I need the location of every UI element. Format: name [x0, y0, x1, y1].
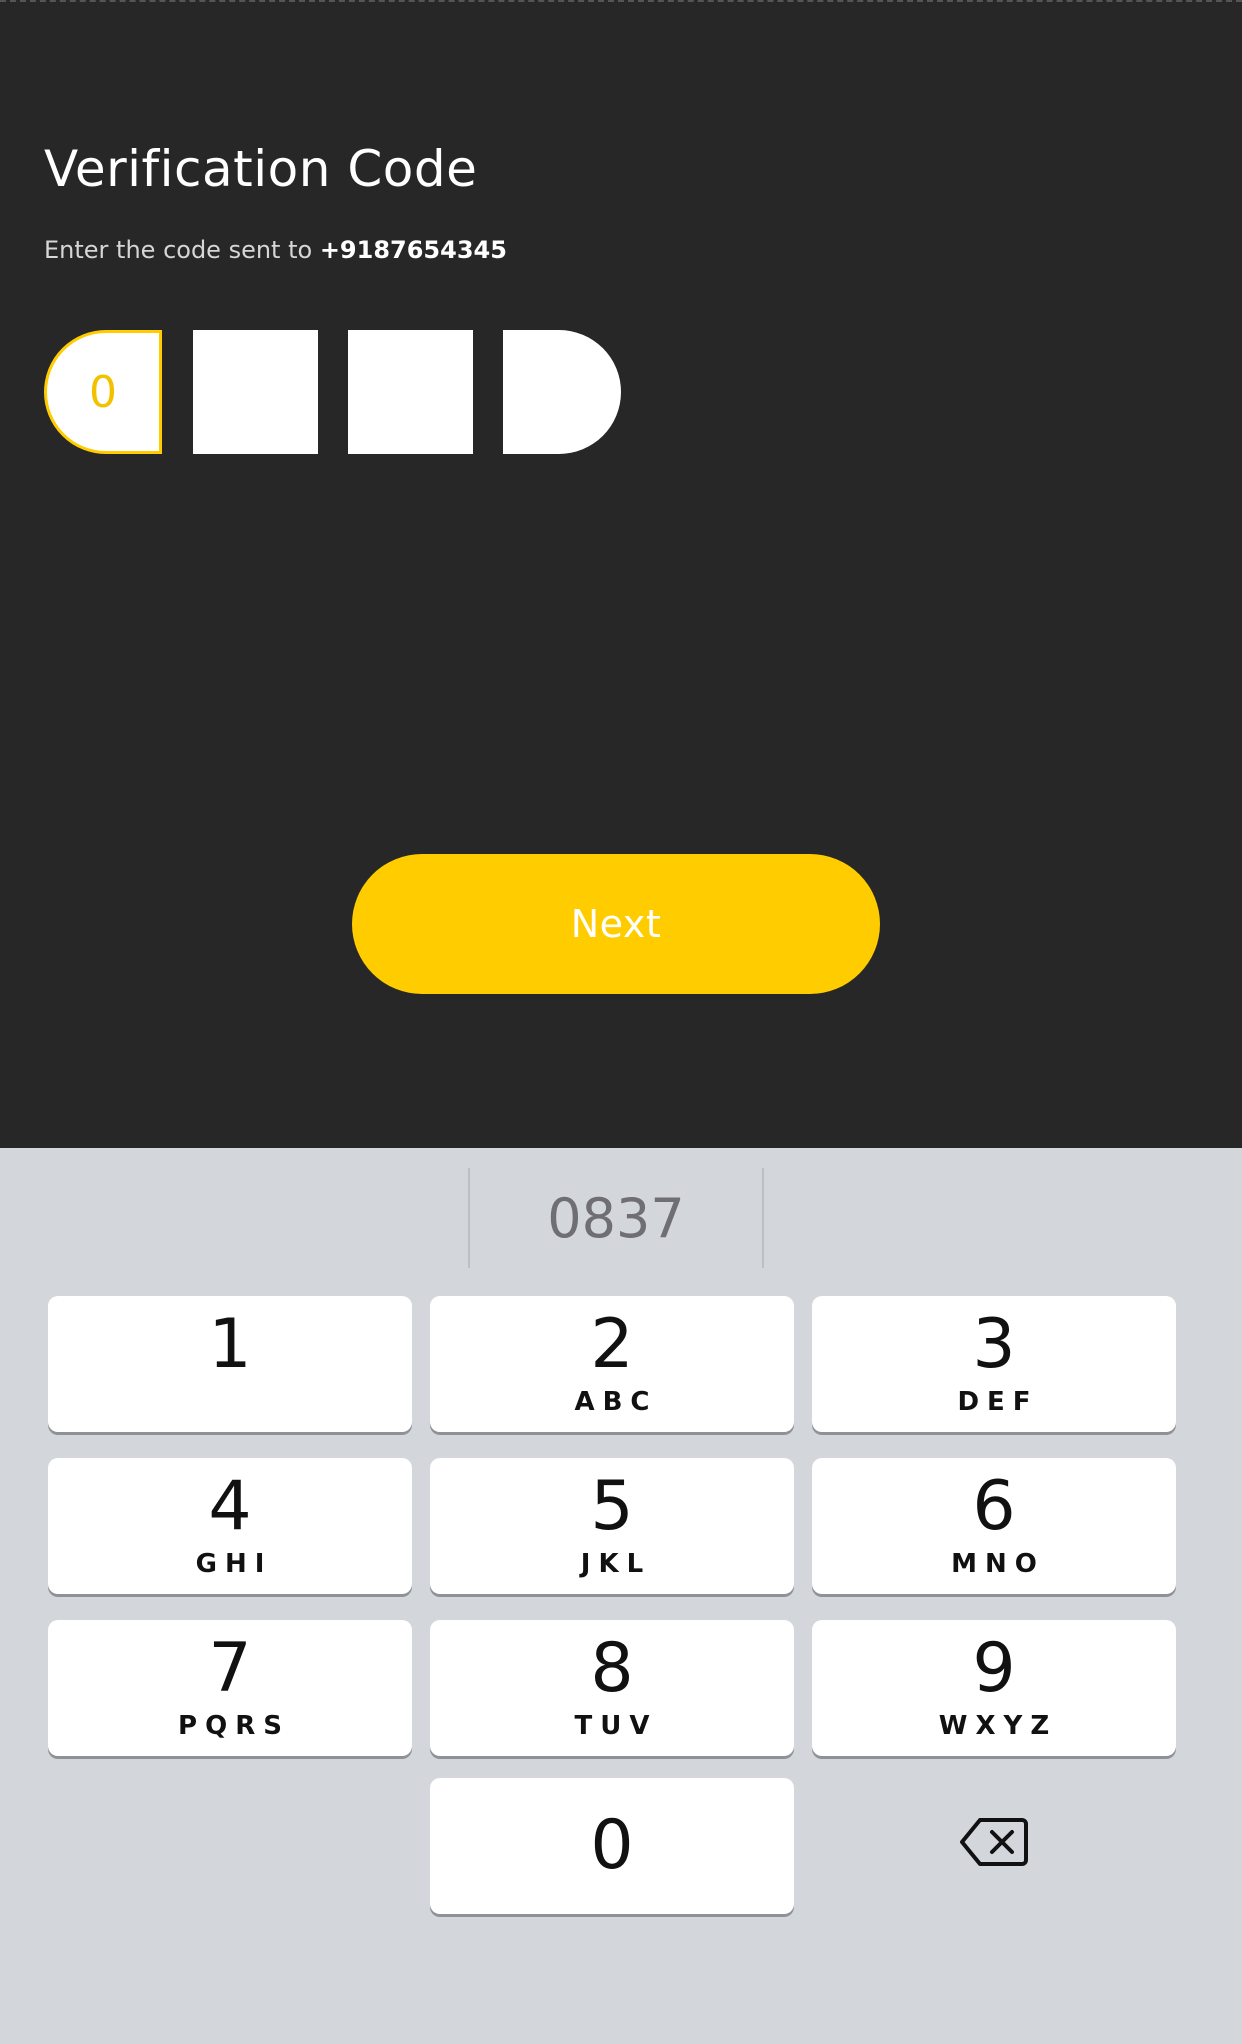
otp-digit-3[interactable]: [348, 330, 473, 454]
otp-digit-2[interactable]: [193, 330, 318, 454]
key-0-number: 0: [590, 1806, 634, 1885]
verification-screen: Verification Code Enter the code sent to…: [0, 0, 1242, 1148]
key-9-number: 9: [972, 1629, 1016, 1708]
key-6-number: 6: [972, 1467, 1016, 1546]
page-subtitle: Enter the code sent to +9187654345: [44, 236, 507, 264]
subtitle-text: Enter the code sent to: [44, 236, 320, 264]
otp-digit-1[interactable]: 0: [44, 330, 162, 454]
key-7-letters: PQRS: [178, 1711, 290, 1741]
key-3[interactable]: 3 DEF: [812, 1296, 1176, 1432]
backspace-icon: [960, 1818, 1028, 1866]
key-2[interactable]: 2 ABC: [430, 1296, 794, 1432]
key-8-letters: TUV: [574, 1711, 658, 1741]
key-5-letters: JKL: [580, 1549, 652, 1579]
suggestion-divider-right: [762, 1168, 764, 1268]
key-5-number: 5: [590, 1467, 634, 1546]
backspace-key[interactable]: [812, 1774, 1176, 1910]
phone-number: +9187654345: [319, 236, 507, 264]
key-9[interactable]: 9 WXYZ: [812, 1620, 1176, 1756]
key-3-number: 3: [972, 1305, 1016, 1384]
key-2-number: 2: [590, 1305, 634, 1384]
key-4-letters: GHI: [195, 1549, 273, 1579]
key-1-number: 1: [208, 1305, 252, 1384]
key-3-letters: DEF: [957, 1387, 1039, 1417]
key-1-letters: [226, 1387, 234, 1417]
suggestion-bar: 0837: [0, 1168, 1242, 1268]
page-title: Verification Code: [44, 140, 478, 198]
key-9-letters: WXYZ: [938, 1711, 1058, 1741]
key-8[interactable]: 8 TUV: [430, 1620, 794, 1756]
key-7[interactable]: 7 PQRS: [48, 1620, 412, 1756]
code-suggestion[interactable]: 0837: [470, 1168, 762, 1268]
top-divider: [0, 0, 1242, 2]
key-6[interactable]: 6 MNO: [812, 1458, 1176, 1594]
key-8-number: 8: [590, 1629, 634, 1708]
otp-digit-4[interactable]: [503, 330, 621, 454]
key-4-number: 4: [208, 1467, 252, 1546]
key-7-number: 7: [208, 1629, 252, 1708]
next-button[interactable]: Next: [352, 854, 880, 994]
key-1[interactable]: 1: [48, 1296, 412, 1432]
key-6-letters: MNO: [951, 1549, 1045, 1579]
key-0[interactable]: 0: [430, 1778, 794, 1914]
key-2-letters: ABC: [574, 1387, 658, 1417]
key-5[interactable]: 5 JKL: [430, 1458, 794, 1594]
key-4[interactable]: 4 GHI: [48, 1458, 412, 1594]
